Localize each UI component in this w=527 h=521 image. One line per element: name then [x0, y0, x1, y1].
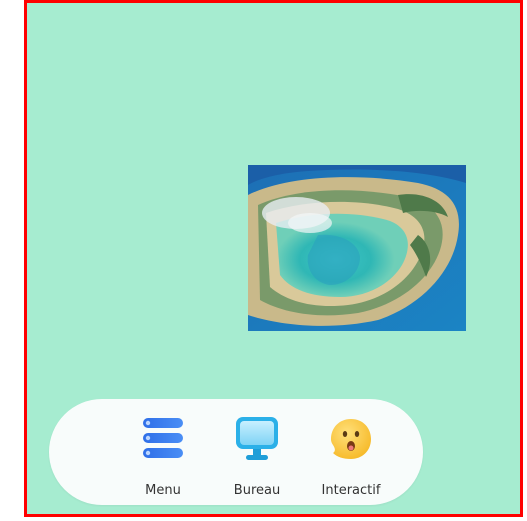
dock-item-menu[interactable]: Menu [123, 415, 203, 498]
dock-item-label: Bureau [233, 483, 281, 498]
emoji-face-icon [331, 419, 371, 459]
lagoon-photo[interactable] [248, 165, 466, 331]
dock-bar: Menu Bureau Interactif [49, 399, 423, 505]
lagoon-image [248, 165, 466, 331]
dock-item-label: Interactif [321, 483, 381, 498]
dock-item-interactif[interactable]: Interactif [311, 415, 391, 498]
monitor-icon [236, 417, 278, 460]
menu-stack-icon [143, 418, 183, 458]
desktop-frame: Menu Bureau Interactif [24, 0, 523, 517]
dock-item-label: Menu [145, 483, 181, 498]
dock-item-bureau[interactable]: Bureau [217, 415, 297, 498]
